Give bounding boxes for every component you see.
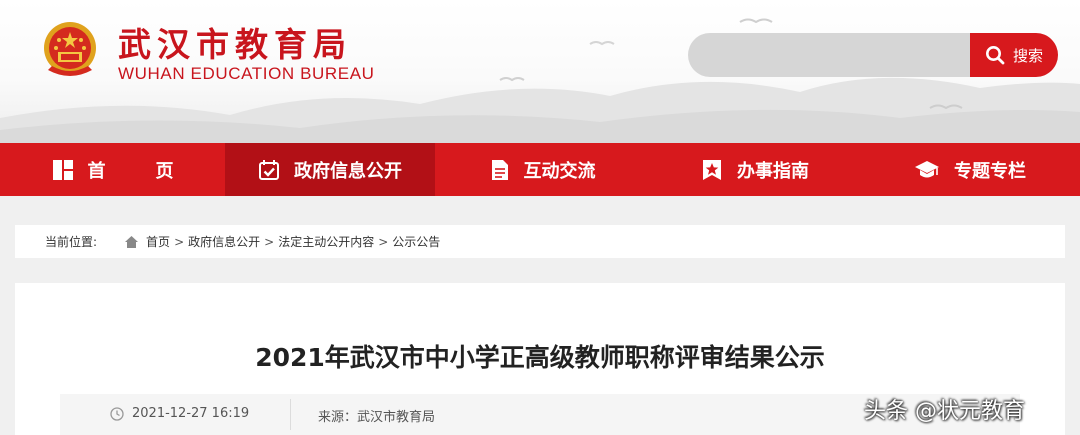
- breadcrumb-link-notices[interactable]: 公示公告: [392, 233, 440, 250]
- nav-item-label: 首页: [87, 160, 224, 182]
- nav-item-label: 专题专栏: [954, 160, 1026, 182]
- breadcrumb-separator: >: [264, 234, 275, 249]
- article-title: 2021年武汉市中小学正高级教师职称评审结果公示: [255, 343, 825, 372]
- search-box: 搜索: [688, 33, 1058, 77]
- search-input[interactable]: [688, 33, 970, 77]
- breadcrumb-separator: >: [174, 234, 185, 249]
- nav-item-interaction[interactable]: 互动交流: [435, 143, 650, 196]
- national-emblem-icon: [44, 22, 96, 76]
- nav-item-home[interactable]: 首页: [0, 143, 225, 196]
- main-nav: 首页 政府信息公开 互动交流 办事指南 专题专栏: [0, 143, 1080, 196]
- article-date: 2021-12-27 16:19: [110, 406, 249, 421]
- star-badge-icon: [703, 159, 721, 180]
- nav-item-label: 互动交流: [523, 160, 596, 182]
- nav-item-guide[interactable]: 办事指南: [650, 143, 860, 196]
- graduation-cap-icon: [915, 160, 939, 177]
- site-title: 武汉市教育局: [118, 25, 352, 64]
- watermark: 头条 @状元教育: [864, 399, 1025, 424]
- site-subtitle: WUHAN EDUCATION BUREAU: [118, 64, 375, 83]
- search-icon: [985, 46, 1005, 65]
- nav-item-topics[interactable]: 专题专栏: [860, 143, 1080, 196]
- breadcrumb-link-gov-info[interactable]: 政府信息公开: [188, 233, 260, 250]
- search-button-label: 搜索: [1012, 46, 1043, 65]
- breadcrumb-link-statutory[interactable]: 法定主动公开内容: [278, 233, 374, 250]
- breadcrumb-link-home[interactable]: 首页: [146, 233, 170, 250]
- article-source: 来源：武汉市教育局: [318, 410, 436, 425]
- breadcrumb-prefix: 当前位置:: [45, 235, 98, 249]
- document-icon: [491, 159, 508, 180]
- site-header: 武汉市教育局 WUHAN EDUCATION BUREAU 搜索: [0, 0, 1080, 143]
- meta-divider: [290, 399, 291, 430]
- home-icon[interactable]: [125, 235, 139, 248]
- article-date-text: 2021-12-27 16:19: [132, 406, 250, 421]
- search-button[interactable]: 搜索: [970, 33, 1058, 77]
- calendar-check-icon: [259, 159, 279, 180]
- nav-item-gov-info[interactable]: 政府信息公开: [225, 143, 435, 196]
- breadcrumb: 当前位置: 首页 > 政府信息公开 > 法定主动公开内容 > 公示公告: [15, 225, 1065, 258]
- home-grid-icon: [52, 159, 73, 180]
- nav-item-label: 政府信息公开: [294, 160, 402, 182]
- breadcrumb-separator: >: [378, 234, 389, 249]
- nav-item-label: 办事指南: [737, 160, 809, 182]
- clock-icon: [110, 406, 124, 421]
